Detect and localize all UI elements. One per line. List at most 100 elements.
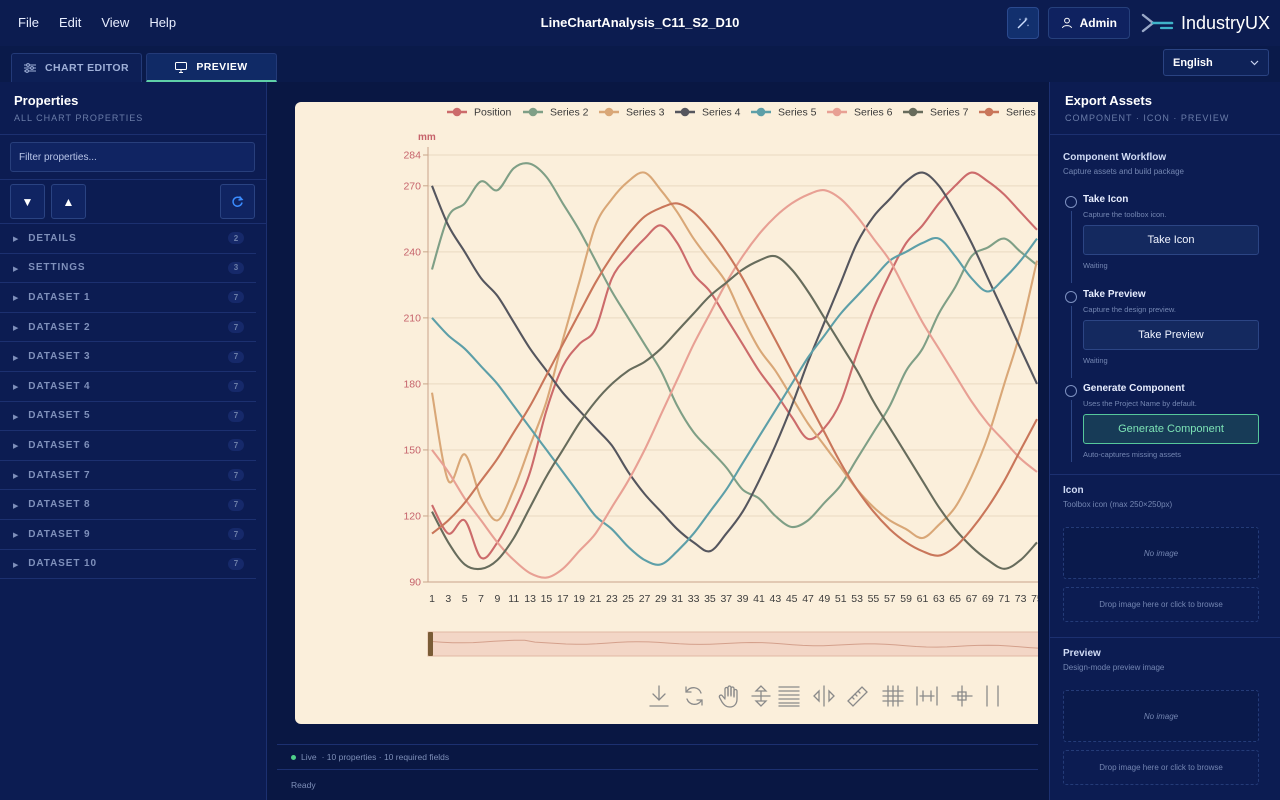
property-section-dataset-3[interactable]: ▶ DATASET 3 7 bbox=[0, 342, 256, 372]
legend-swatch-dot bbox=[756, 107, 766, 117]
menu-view[interactable]: View bbox=[91, 0, 139, 46]
x-tick-label: 49 bbox=[819, 593, 831, 605]
status-ready: Ready bbox=[291, 780, 316, 790]
property-section-dataset-4[interactable]: ▶ DATASET 4 7 bbox=[0, 372, 256, 402]
zoom-horizontal-icon[interactable] bbox=[810, 682, 838, 710]
property-section-dataset-2[interactable]: ▶ DATASET 2 7 bbox=[0, 313, 256, 343]
property-section-dataset-8[interactable]: ▶ DATASET 8 7 bbox=[0, 490, 256, 520]
preview-dropzone[interactable]: Drop image here or click to browse bbox=[1063, 750, 1259, 785]
x-tick-label: 37 bbox=[720, 593, 732, 605]
tab-row: CHART EDITOR PREVIEW English bbox=[0, 46, 1280, 82]
x-tick-label: 39 bbox=[737, 593, 749, 605]
grid-icon[interactable] bbox=[879, 682, 907, 710]
x-tick-label: 15 bbox=[541, 593, 553, 605]
step-circle-icon bbox=[1065, 196, 1077, 208]
section-count-badge: 7 bbox=[228, 528, 244, 541]
brand-logo: IndustryUX bbox=[1141, 11, 1270, 35]
caret-right-icon: ▶ bbox=[13, 384, 20, 392]
expand-all-button[interactable]: ▲ bbox=[51, 184, 86, 219]
menu-bar: File Edit View Help bbox=[8, 0, 186, 46]
x-tick-label: 43 bbox=[770, 593, 782, 605]
legend-label: Series 8 bbox=[1006, 107, 1038, 119]
export-title: Export Assets bbox=[1065, 93, 1152, 108]
tab-preview[interactable]: PREVIEW bbox=[146, 53, 277, 82]
workflow-desc: Capture assets and build package bbox=[1063, 167, 1184, 176]
generate-component-button[interactable]: Generate Component bbox=[1083, 414, 1259, 444]
tab-chart-editor[interactable]: CHART EDITOR bbox=[11, 53, 142, 82]
y-tick-label: 284 bbox=[403, 150, 421, 162]
x-tick-label: 61 bbox=[917, 593, 929, 605]
x-tick-label: 3 bbox=[445, 593, 451, 605]
step-title: Take Preview bbox=[1083, 289, 1146, 300]
y-tick-label: 240 bbox=[403, 246, 421, 258]
top-right-controls: Admin IndustryUX bbox=[1006, 7, 1270, 39]
y-tick-label: 120 bbox=[403, 510, 421, 522]
legend-label: Series 2 bbox=[550, 107, 589, 119]
user-menu-button[interactable]: Admin bbox=[1047, 7, 1130, 39]
legend-label: Series 6 bbox=[854, 107, 893, 119]
menu-help[interactable]: Help bbox=[139, 0, 186, 46]
measure-ruler-icon-hitbox bbox=[844, 682, 872, 710]
section-count-badge: 7 bbox=[228, 557, 244, 570]
property-section-settings[interactable]: ▶ SETTINGS 3 bbox=[0, 254, 256, 284]
zoom-vertical-icon[interactable] bbox=[747, 682, 775, 710]
y-tick-label: 270 bbox=[403, 180, 421, 192]
status-summary: · 10 properties · 10 required fields bbox=[321, 752, 450, 762]
property-section-dataset-6[interactable]: ▶ DATASET 6 7 bbox=[0, 431, 256, 461]
preview-section-header: Preview Design-mode preview image bbox=[1063, 648, 1164, 672]
pan-hand-icon[interactable] bbox=[715, 682, 743, 710]
property-section-dataset-10[interactable]: ▶ DATASET 10 7 bbox=[0, 550, 256, 580]
x-tick-label: 19 bbox=[573, 593, 585, 605]
legend-swatch-dot bbox=[604, 107, 614, 117]
magic-wand-button[interactable] bbox=[1006, 7, 1039, 39]
section-label: DATASET 5 bbox=[28, 410, 91, 422]
x-tick-label: 75 bbox=[1031, 593, 1038, 605]
property-section-dataset-9[interactable]: ▶ DATASET 9 7 bbox=[0, 520, 256, 550]
legend-label: Series 3 bbox=[626, 107, 665, 119]
property-section-dataset-7[interactable]: ▶ DATASET 7 7 bbox=[0, 461, 256, 491]
download-icon[interactable] bbox=[645, 682, 673, 710]
reset-zoom-icon[interactable] bbox=[680, 682, 708, 710]
x-tick-label: 33 bbox=[688, 593, 700, 605]
legend-label: Series 7 bbox=[930, 107, 969, 119]
collapse-all-button[interactable]: ▼ bbox=[10, 184, 45, 219]
step-desc: Capture the design preview. bbox=[1083, 305, 1176, 314]
caret-right-icon: ▶ bbox=[13, 413, 20, 421]
x-tick-label: 63 bbox=[933, 593, 945, 605]
property-section-details[interactable]: ▶ DETAILS 2 bbox=[0, 224, 256, 254]
step-connector bbox=[1071, 400, 1072, 462]
filter-properties-input[interactable] bbox=[10, 142, 255, 172]
measure-ruler-icon[interactable] bbox=[844, 682, 872, 710]
property-section-dataset-5[interactable]: ▶ DATASET 5 7 bbox=[0, 402, 256, 432]
triangle-down-icon: ▼ bbox=[21, 194, 34, 209]
property-section-dataset-1[interactable]: ▶ DATASET 1 7 bbox=[0, 283, 256, 313]
legend-swatch-dot bbox=[908, 107, 918, 117]
series-line-1 bbox=[431, 171, 1038, 560]
x-tick-label: 67 bbox=[966, 593, 978, 605]
live-dot-icon bbox=[291, 754, 296, 760]
workflow-header: Component Workflow Capture assets and bu… bbox=[1063, 152, 1184, 176]
width-fit-icon[interactable] bbox=[913, 682, 941, 710]
menu-edit[interactable]: Edit bbox=[49, 0, 91, 46]
language-select[interactable]: English bbox=[1163, 49, 1269, 76]
menu-file[interactable]: File bbox=[8, 0, 49, 46]
crosshair-add-icon[interactable] bbox=[948, 682, 976, 710]
take-preview-button[interactable]: Take Preview bbox=[1083, 320, 1259, 350]
fit-lines-icon[interactable] bbox=[775, 682, 803, 710]
status-live: Live bbox=[301, 752, 317, 762]
properties-header: Properties ALL CHART PROPERTIES bbox=[0, 82, 266, 135]
divider-lines-icon[interactable] bbox=[980, 682, 1008, 710]
caret-right-icon: ▶ bbox=[13, 473, 20, 481]
take-icon-button[interactable]: Take Icon bbox=[1083, 225, 1259, 255]
section-label: DATASET 6 bbox=[28, 439, 91, 451]
x-tick-label: 27 bbox=[639, 593, 651, 605]
preview-area: 90 120 150 180 210 240 270 284 mm 1 3 5 7 9 11 13 15 17 19… bbox=[267, 82, 1049, 800]
x-tick-label: 11 bbox=[508, 593, 519, 605]
x-tick-label: 71 bbox=[998, 593, 1010, 605]
icon-dropzone[interactable]: Drop image here or click to browse bbox=[1063, 587, 1259, 622]
brand-name: IndustryUX bbox=[1180, 12, 1270, 33]
reset-button[interactable] bbox=[220, 184, 255, 219]
section-label: DATASET 4 bbox=[28, 380, 91, 392]
legend-swatch-dot bbox=[680, 107, 690, 117]
x-tick-label: 53 bbox=[851, 593, 863, 605]
